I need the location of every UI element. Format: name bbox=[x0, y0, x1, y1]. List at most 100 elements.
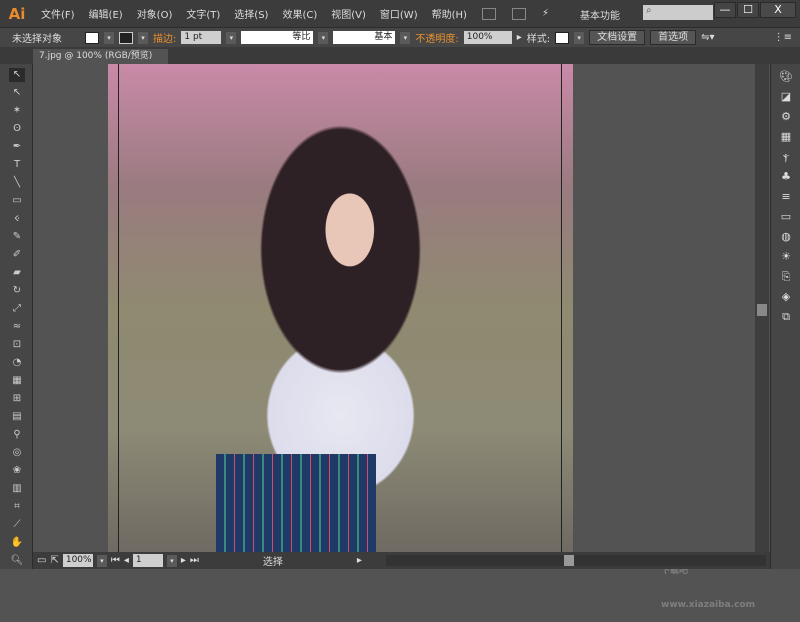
last-artboard-icon[interactable]: ⏭ bbox=[190, 555, 199, 566]
arrange-icon[interactable]: ⇋▾ bbox=[701, 32, 714, 43]
artboards-icon[interactable]: ⧉ bbox=[779, 310, 793, 324]
artboard-tool-icon[interactable]: ⌗ bbox=[9, 500, 25, 514]
zoom-tool-icon[interactable]: 🔍︎ bbox=[9, 554, 25, 568]
column-graph-tool-icon[interactable]: ▥ bbox=[9, 482, 25, 496]
opacity-input[interactable]: 100% bbox=[463, 31, 512, 44]
status-menu-arrow-icon[interactable]: ▸ bbox=[357, 555, 362, 566]
gradient-tool-icon[interactable]: ▤ bbox=[9, 410, 25, 424]
share-icon[interactable]: ⇱ bbox=[50, 555, 58, 566]
export-icon[interactable]: ⎘ bbox=[779, 270, 793, 284]
fill-swatch[interactable] bbox=[85, 31, 99, 44]
pen-tool-icon[interactable]: ✒ bbox=[9, 140, 25, 154]
opacity-arrow-icon[interactable]: ▸ bbox=[517, 32, 522, 43]
slice-tool-icon[interactable]: ⟋ bbox=[9, 518, 25, 532]
stroke-panel-icon[interactable]: ≡ bbox=[779, 190, 793, 204]
arrange-documents-icon[interactable] bbox=[511, 7, 526, 20]
first-artboard-icon[interactable]: ⏮ bbox=[111, 555, 120, 566]
swatches-icon[interactable]: ▦ bbox=[779, 130, 793, 144]
scale-tool-icon[interactable]: ⤢ bbox=[9, 302, 25, 316]
artboard-number-input[interactable]: 1 bbox=[132, 554, 163, 567]
brushes-icon[interactable]: ⲯ bbox=[779, 150, 793, 164]
lasso-tool-icon[interactable]: ʘ bbox=[9, 122, 25, 136]
menu-object[interactable]: 对象(O) bbox=[130, 6, 180, 21]
menu-edit[interactable]: 编辑(E) bbox=[82, 6, 130, 21]
shape-builder-tool-icon[interactable]: ◔ bbox=[9, 356, 25, 370]
selection-tool-icon[interactable]: ↖ bbox=[9, 68, 25, 82]
paintbrush-tool-icon[interactable]: ⲵ bbox=[9, 212, 25, 226]
stroke-swatch[interactable] bbox=[119, 31, 133, 44]
eyedropper-tool-icon[interactable]: ⚲ bbox=[9, 428, 25, 442]
blend-tool-icon[interactable]: ◎ bbox=[9, 446, 25, 460]
current-tool-status[interactable]: 选择 bbox=[263, 553, 353, 568]
menu-type[interactable]: 文字(T) bbox=[179, 6, 227, 21]
search-input[interactable]: ⌕ bbox=[643, 5, 713, 20]
menu-window[interactable]: 窗口(W) bbox=[373, 6, 425, 21]
perspective-grid-tool-icon[interactable]: ▦ bbox=[9, 374, 25, 388]
bridge-icon[interactable] bbox=[481, 7, 496, 20]
menu-effect[interactable]: 效果(C) bbox=[275, 6, 324, 21]
warp-tool-icon[interactable]: ≈ bbox=[9, 320, 25, 334]
document-tab-bar: 7.jpg @ 100% (RGB/预览) × bbox=[0, 47, 800, 76]
rectangle-tool-icon[interactable]: ▭ bbox=[9, 194, 25, 208]
line-tool-icon[interactable]: ╲ bbox=[9, 176, 25, 190]
horizontal-scrollbar[interactable] bbox=[386, 555, 766, 566]
zoom-dropdown[interactable]: ▾ bbox=[96, 554, 107, 567]
hand-tool-icon[interactable]: ✋ bbox=[9, 536, 25, 550]
symbols-icon[interactable]: ♣ bbox=[779, 170, 793, 184]
fill-dropdown[interactable]: ▾ bbox=[104, 31, 114, 44]
layers-icon[interactable]: ◈ bbox=[779, 290, 793, 304]
stroke-label[interactable]: 描边: bbox=[153, 30, 176, 45]
next-artboard-icon[interactable]: ▸ bbox=[181, 555, 186, 566]
symbol-sprayer-tool-icon[interactable]: ❀ bbox=[9, 464, 25, 478]
menu-select[interactable]: 选择(S) bbox=[227, 6, 275, 21]
mesh-tool-icon[interactable]: ⊞ bbox=[9, 392, 25, 406]
menu-help[interactable]: 帮助(H) bbox=[425, 6, 474, 21]
blob-brush-tool-icon[interactable]: ✐ bbox=[9, 248, 25, 262]
close-button[interactable]: X bbox=[760, 2, 796, 18]
zoom-level-input[interactable]: 100% bbox=[62, 554, 93, 567]
color-guide-icon[interactable]: ◪ bbox=[779, 90, 793, 104]
type-tool-icon[interactable]: T bbox=[9, 158, 25, 172]
scroll-thumb[interactable] bbox=[564, 555, 574, 566]
appearance-icon[interactable]: ⚙ bbox=[779, 110, 793, 124]
color-panel-icon[interactable]: 🎨︎ bbox=[779, 70, 793, 84]
document-setup-button[interactable]: 文档设置 bbox=[589, 30, 646, 45]
stroke-weight-dropdown[interactable]: ▾ bbox=[226, 31, 237, 44]
maximize-button[interactable]: ☐ bbox=[737, 2, 759, 18]
graphic-styles-icon[interactable]: ☀ bbox=[779, 250, 793, 264]
gradient-panel-icon[interactable]: ▭ bbox=[779, 210, 793, 224]
eraser-tool-icon[interactable]: ▰ bbox=[9, 266, 25, 280]
transparency-icon[interactable]: ◍ bbox=[779, 230, 793, 244]
vertical-scrollbar[interactable] bbox=[755, 64, 769, 552]
scroll-thumb[interactable] bbox=[757, 304, 767, 316]
artboard-dropdown[interactable]: ▾ bbox=[166, 554, 177, 567]
menu-view[interactable]: 视图(V) bbox=[324, 6, 373, 21]
document-tab[interactable]: 7.jpg @ 100% (RGB/预览) × bbox=[33, 49, 168, 76]
panel-menu-icon[interactable]: ⋮≡ bbox=[774, 32, 792, 43]
stroke-dropdown[interactable]: ▾ bbox=[138, 31, 148, 44]
opacity-label[interactable]: 不透明度: bbox=[415, 30, 458, 45]
magic-wand-tool-icon[interactable]: ✶ bbox=[9, 104, 25, 118]
brush-dropdown[interactable]: ▾ bbox=[400, 31, 411, 44]
gpu-icon[interactable]: ⚡ bbox=[542, 8, 556, 20]
workspace-switcher[interactable]: 基本功能 bbox=[580, 7, 620, 22]
variable-width-profile[interactable]: 等比 bbox=[241, 31, 314, 44]
minimize-button[interactable]: — bbox=[714, 2, 736, 18]
stroke-weight-input[interactable]: 1 pt bbox=[181, 31, 222, 44]
style-dropdown[interactable]: ▾ bbox=[574, 31, 585, 44]
profile-dropdown[interactable]: ▾ bbox=[318, 31, 329, 44]
rotate-tool-icon[interactable]: ↻ bbox=[9, 284, 25, 298]
previous-artboard-icon[interactable]: ◂ bbox=[124, 555, 129, 566]
style-swatch[interactable] bbox=[555, 31, 570, 44]
direct-selection-tool-icon[interactable]: ↖ bbox=[9, 86, 25, 100]
pencil-tool-icon[interactable]: ✎ bbox=[9, 230, 25, 244]
placed-photo[interactable] bbox=[108, 64, 573, 552]
preferences-button[interactable]: 首选项 bbox=[650, 30, 697, 45]
search-icon: ⌕ bbox=[646, 5, 652, 16]
menu-file[interactable]: 文件(F) bbox=[34, 6, 82, 21]
free-transform-tool-icon[interactable]: ⊡ bbox=[9, 338, 25, 352]
artboard-edge bbox=[118, 64, 119, 552]
canvas-area[interactable]: 下载吧 www.xiazaiba.com bbox=[33, 64, 770, 610]
gpu-preview-icon[interactable]: ▭ bbox=[37, 555, 46, 566]
brush-definition[interactable]: 基本 bbox=[333, 31, 396, 44]
